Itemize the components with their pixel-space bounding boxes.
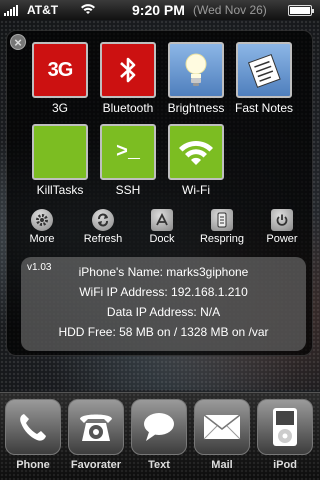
carrier-name: AT&T [27,3,59,17]
gear-icon [31,209,53,231]
dock-label: Mail [211,459,233,471]
toggle-label: KillTasks [36,183,84,197]
power-icon [271,209,293,231]
dock-label: Text [148,459,170,471]
phone-icon [5,399,61,455]
bluetooth-icon [100,42,156,98]
toggle-label: Wi-Fi [182,183,210,197]
terminal-icon: >_ [100,124,156,180]
toggle-wifi[interactable]: Wi-Fi [161,124,231,197]
status-date: (Wed Nov 26) [193,3,267,17]
action-label: Dock [149,233,175,245]
battery-icon [288,5,314,16]
dock-app-text[interactable]: Text [128,399,190,471]
toggle-label: SSH [115,183,141,197]
refresh-button[interactable]: Refresh [74,209,132,245]
respring-icon [211,209,233,231]
blank-icon [32,124,88,180]
toggle-ssh[interactable]: >_ SSH [93,124,163,197]
wifi-icon [168,124,224,180]
dock-app-phone[interactable]: Phone [2,399,64,471]
close-button[interactable]: × [10,34,26,50]
toggle-label: Bluetooth [102,101,154,115]
toggle-label: 3G [51,101,68,115]
dock-label: Phone [16,459,50,471]
lightbulb-icon [168,42,224,98]
more-button[interactable]: More [13,209,71,245]
dock-label: iPod [273,459,297,471]
dock-app-ipod[interactable]: iPod [254,399,316,471]
wifi-ip-address: WiFi IP Address: 192.168.1.210 [79,285,248,299]
notepad-icon [236,42,292,98]
ipod-icon [257,399,313,455]
respring-button[interactable]: Respring [193,209,251,245]
rotary-phone-icon [68,399,124,455]
dock-button[interactable]: Dock [133,209,191,245]
toggle-fast-notes[interactable]: Fast Notes [229,42,299,115]
action-label: Respring [199,233,245,245]
device-info-box: v1.03 iPhone's Name: marks3giphone WiFi … [21,257,306,351]
action-label: Refresh [83,233,123,245]
toggle-brightness[interactable]: Brightness [161,42,231,115]
sbsettings-panel: × 3G 3G Bluetooth Brightness Fast Notes … [6,30,313,356]
dock-app-favorater[interactable]: Favorater [65,399,127,471]
dock-app-mail[interactable]: Mail [191,399,253,471]
toggle-label: Fast Notes [234,101,294,115]
status-time: 9:20 PM [132,2,185,18]
status-bar: AT&T 9:20 PM (Wed Nov 26) [0,0,320,20]
wifi-status-icon [81,4,95,14]
data-ip-address: Data IP Address: N/A [106,305,221,319]
dock-label: Favorater [70,459,122,471]
power-button[interactable]: Power [253,209,311,245]
toggle-label: Brightness [167,101,225,115]
device-name: iPhone's Name: marks3giphone [78,265,249,279]
action-label: More [29,233,55,245]
3g-icon: 3G [32,42,88,98]
envelope-icon [194,399,250,455]
toggle-killtasks[interactable]: KillTasks [25,124,95,197]
dock: Phone Favorater Text Mail iPod [0,392,320,480]
refresh-icon [92,209,114,231]
signal-strength-icon [4,5,18,16]
hdd-free: HDD Free: 58 MB on / 1328 MB on /var [58,325,269,339]
action-label: Power [266,233,298,245]
speech-bubble-icon [131,399,187,455]
toggle-3g[interactable]: 3G 3G [25,42,95,115]
app-store-icon [151,209,173,231]
toggle-bluetooth[interactable]: Bluetooth [93,42,163,115]
